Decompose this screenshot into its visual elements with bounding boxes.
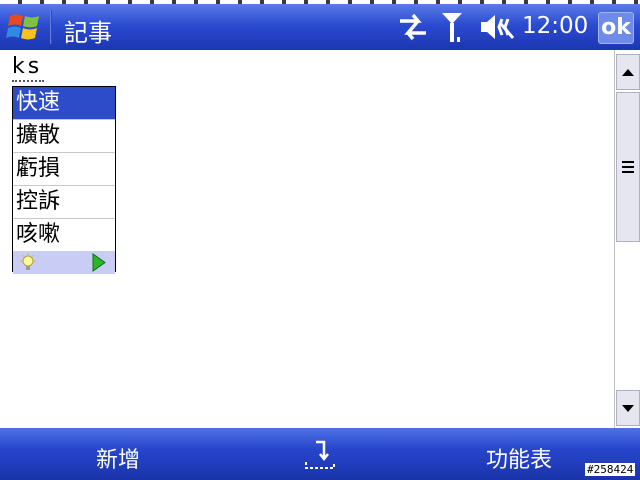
- vertical-scrollbar[interactable]: [614, 50, 640, 428]
- candidate-item[interactable]: 快速: [13, 87, 115, 120]
- scroll-up-button[interactable]: [616, 54, 640, 90]
- candidate-item[interactable]: 咳嗽: [13, 219, 115, 251]
- scroll-down-button[interactable]: [616, 390, 640, 426]
- scroll-thumb[interactable]: [616, 92, 640, 242]
- note-document[interactable]: ks 快速 擴散 虧損 控訴 咳嗽: [0, 50, 614, 428]
- input-panel-icon[interactable]: [302, 438, 338, 474]
- title-separator: [50, 10, 52, 44]
- candidate-item[interactable]: 擴散: [13, 120, 115, 153]
- next-page-icon[interactable]: [91, 253, 107, 276]
- build-tag: #258424: [585, 463, 636, 476]
- lightbulb-icon[interactable]: [17, 253, 39, 276]
- title-bar: 記事 12:00 ok: [0, 4, 640, 50]
- candidate-item[interactable]: 虧損: [13, 153, 115, 186]
- menu-softkey[interactable]: 功能表: [486, 442, 552, 474]
- candidate-footer: [13, 251, 115, 274]
- new-softkey[interactable]: 新增: [96, 442, 140, 474]
- ime-candidate-list: 快速 擴散 虧損 控訴 咳嗽: [12, 86, 116, 274]
- ok-button[interactable]: ok: [598, 12, 634, 44]
- app-title: 記事: [64, 19, 112, 47]
- windows-start-icon[interactable]: [6, 10, 46, 44]
- candidate-item[interactable]: 控訴: [13, 186, 115, 219]
- typed-composition-text: ks: [12, 54, 45, 82]
- softkey-bar: 新增 功能表: [0, 428, 640, 480]
- volume-mute-icon[interactable]: [478, 10, 516, 44]
- signal-icon[interactable]: [440, 10, 466, 44]
- clock[interactable]: 12:00: [522, 13, 588, 39]
- connectivity-icon[interactable]: [396, 10, 430, 44]
